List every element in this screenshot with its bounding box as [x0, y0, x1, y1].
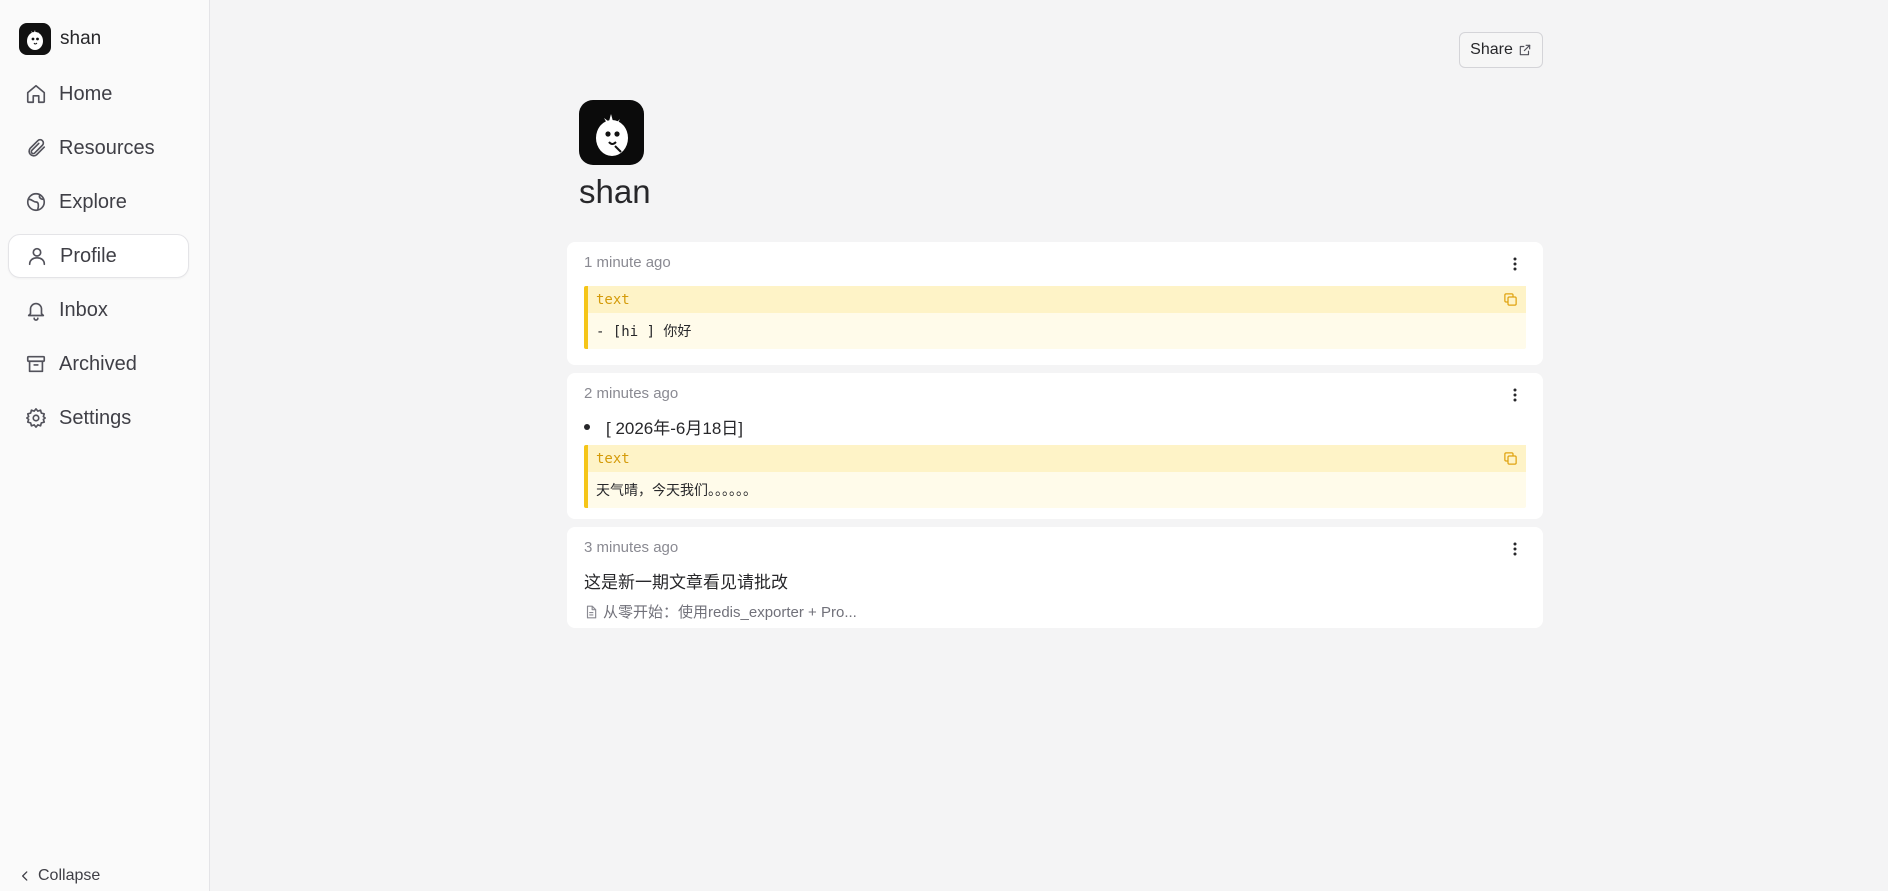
more-vertical-icon[interactable] [1507, 387, 1523, 403]
copy-icon[interactable] [1503, 292, 1518, 307]
more-vertical-icon[interactable] [1507, 256, 1523, 272]
memo-text: 这是新一期文章看见请批改 [584, 573, 788, 592]
profile-name: shan [579, 173, 651, 210]
sidebar-item-explore[interactable]: Explore [8, 180, 189, 224]
bullet-dot [584, 423, 590, 430]
memo-time: 1 minute ago [584, 254, 671, 271]
file-icon [584, 605, 598, 619]
share-label: Share [1470, 41, 1513, 58]
code-language: text [596, 450, 630, 467]
paperclip-icon [23, 135, 49, 161]
code-block: text 天气晴，今天我们。。。。。。 [584, 445, 1526, 508]
sidebar-item-home[interactable]: Home [8, 72, 189, 116]
code-content: 天气晴，今天我们。。。。。。 [596, 483, 757, 499]
collapse-button[interactable]: Collapse [18, 867, 100, 885]
share-button[interactable]: Share [1459, 32, 1543, 68]
code-header: text [588, 286, 1526, 313]
sidebar-item-label: Settings [59, 406, 132, 429]
more-vertical-icon[interactable] [1507, 541, 1523, 557]
archive-icon [23, 351, 49, 377]
sidebar-item-label: Inbox [59, 298, 108, 321]
memo-card: 2 minutes ago [ 2026年-6月18日] text 天气晴，今天… [567, 373, 1543, 519]
memo-time: 2 minutes ago [584, 385, 679, 402]
code-language: text [596, 291, 630, 308]
sidebar-item-resources[interactable]: Resources [8, 126, 189, 170]
memo-card: 3 minutes ago 这是新一期文章看见请批改 从零开始：使用redis_… [567, 527, 1543, 628]
gear-icon [23, 405, 49, 431]
user-icon [24, 243, 50, 269]
sidebar-item-inbox[interactable]: Inbox [8, 288, 189, 332]
memo-card: 1 minute ago text - [hi ] 你好 [567, 242, 1543, 365]
profile-avatar [579, 100, 644, 165]
code-header: text [588, 445, 1526, 472]
chevron-left-icon [18, 869, 32, 883]
copy-icon[interactable] [1503, 451, 1518, 466]
sidebar-item-label: Archived [59, 352, 137, 375]
home-icon [23, 81, 49, 107]
sidebar-item-label: Explore [59, 190, 127, 213]
list-item-text: [ 2026年-6月18日] [606, 419, 744, 438]
collapse-label: Collapse [38, 867, 101, 884]
sidebar-item-label: Resources [59, 136, 155, 159]
memo-time: 3 minutes ago [584, 539, 679, 556]
sidebar-item-archived[interactable]: Archived [8, 342, 189, 386]
sidebar-item-label: Profile [60, 244, 117, 267]
bell-icon [23, 297, 49, 323]
avatar [19, 23, 51, 55]
user-menu[interactable]: shan [0, 19, 209, 59]
sidebar: shan Home Resources Explore Profile Inbo… [0, 0, 210, 891]
external-link-icon [1518, 43, 1532, 57]
code-block: text - [hi ] 你好 [584, 286, 1526, 349]
memo-attachment[interactable]: 从零开始：使用redis_exporter + Pro... [584, 601, 1526, 622]
main-content: Share shan 1 minute ago text - [hi] 你好 … [210, 0, 1888, 891]
sidebar-item-settings[interactable]: Settings [8, 396, 189, 440]
attachment-label: 从零开始：使用redis_exporter + Pro... [603, 604, 857, 621]
sidebar-nav: Home Resources Explore Profile Inbox Arc… [0, 72, 209, 440]
profile-header: shan [579, 100, 651, 211]
sidebar-item-profile[interactable]: Profile [8, 234, 189, 278]
code-content: - [hi ] 你好 [596, 324, 692, 340]
user-name: shan [60, 28, 102, 49]
sidebar-item-label: Home [59, 82, 113, 105]
list-item: [ 2026年-6月18日] [584, 414, 1526, 439]
globe-icon [23, 189, 49, 215]
